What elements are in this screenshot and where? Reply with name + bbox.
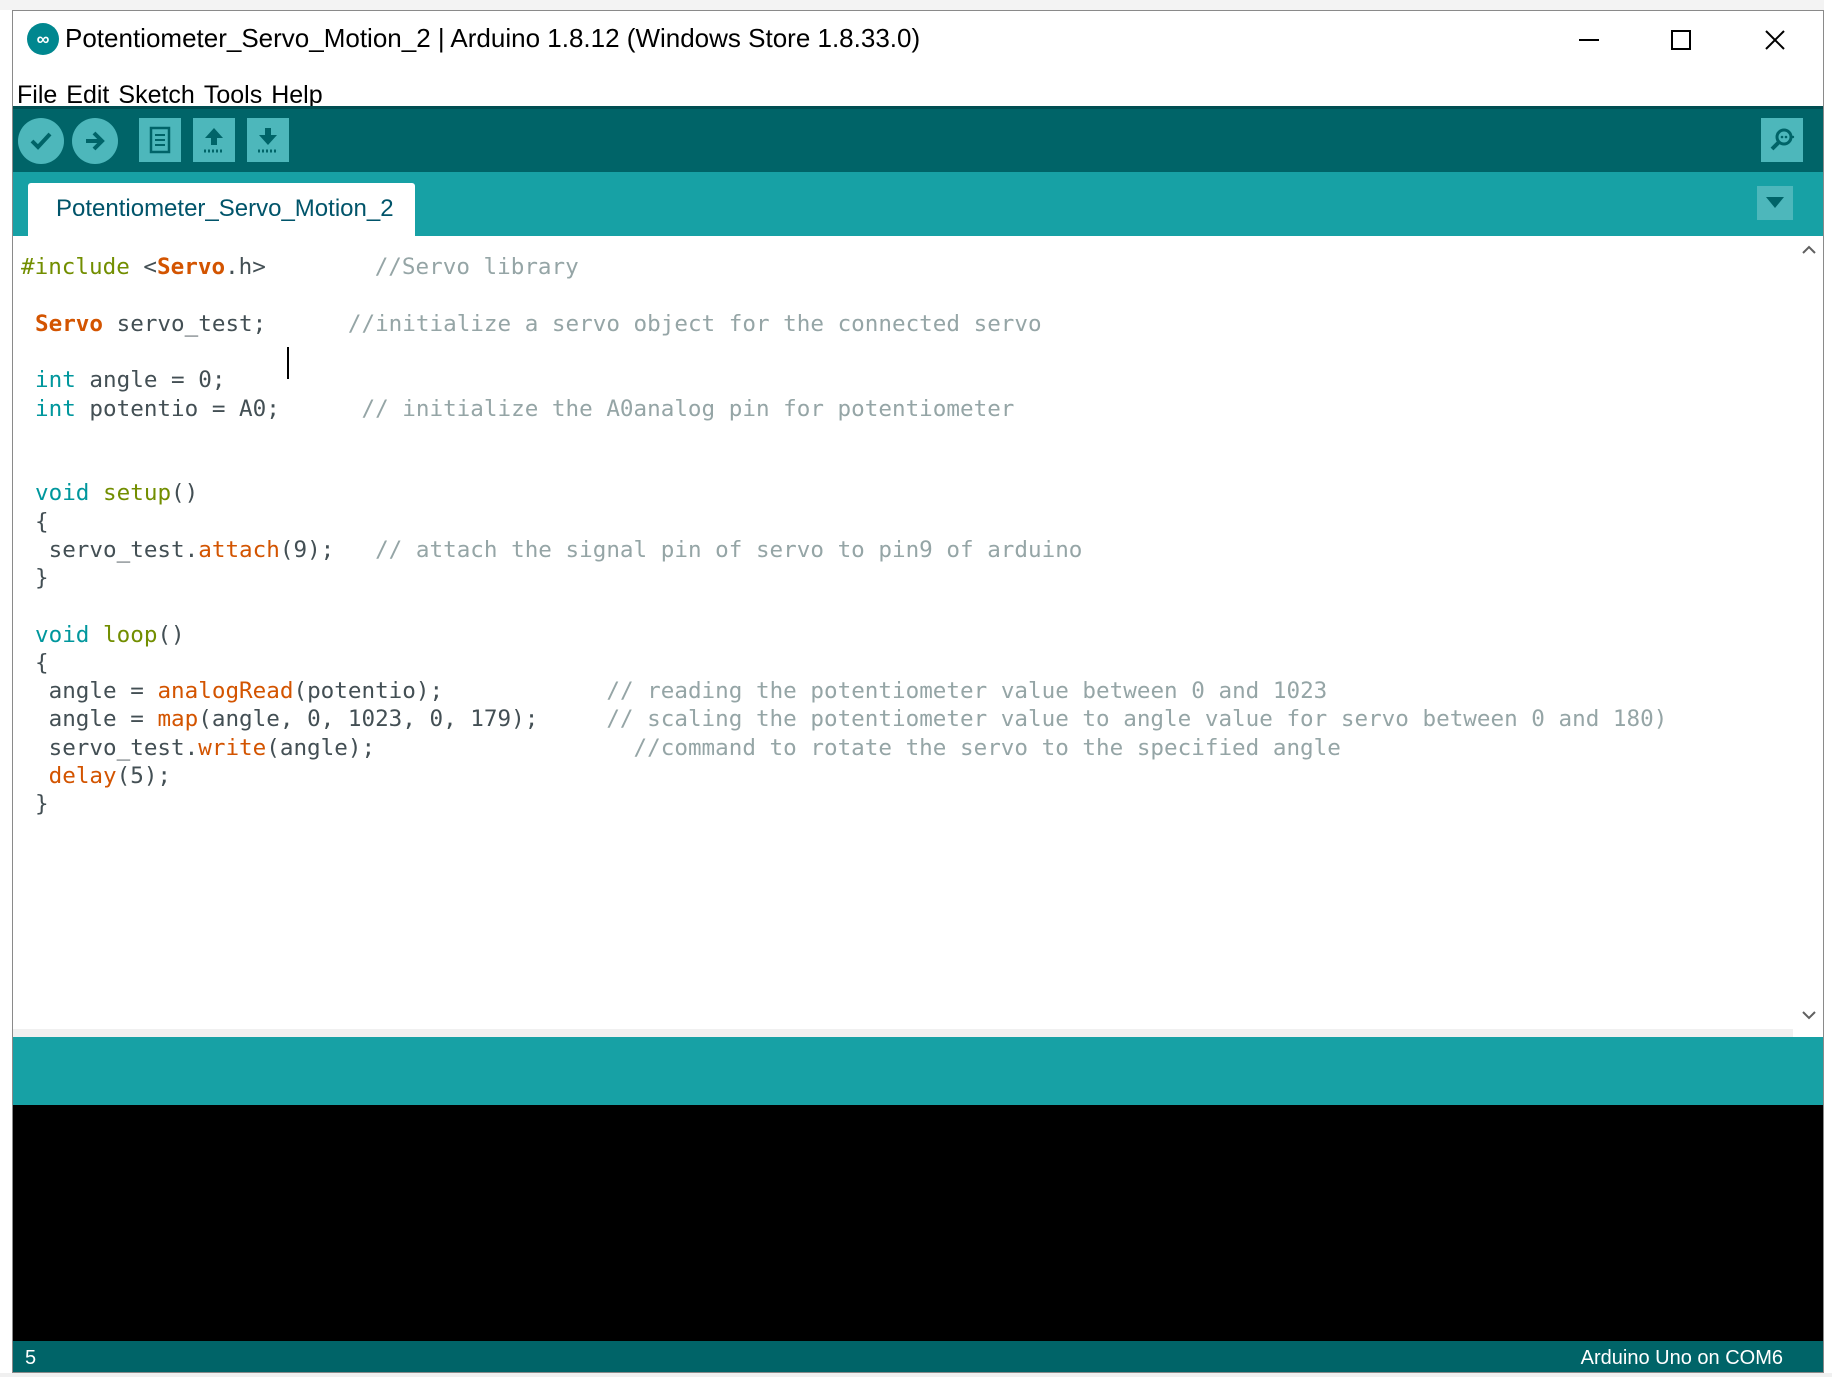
save-sketch-button[interactable] bbox=[247, 118, 289, 162]
maximize-icon bbox=[1671, 30, 1691, 50]
scroll-up-button[interactable] bbox=[1793, 236, 1823, 264]
menu-sketch[interactable]: Sketch bbox=[118, 69, 194, 110]
scroll-down-button[interactable] bbox=[1793, 1001, 1823, 1029]
tab-bar: Potentiometer_Servo_Motion_2 bbox=[13, 172, 1823, 236]
serial-monitor-icon bbox=[1770, 128, 1795, 151]
minimize-button[interactable] bbox=[1543, 11, 1635, 69]
output-console[interactable] bbox=[13, 1105, 1823, 1341]
upload-button[interactable] bbox=[72, 118, 118, 164]
close-button[interactable] bbox=[1729, 11, 1821, 69]
tab-menu-button[interactable] bbox=[1757, 186, 1793, 220]
background-window-edge-left bbox=[0, 10, 12, 1377]
upload-arrow-icon bbox=[86, 131, 105, 151]
minimize-icon bbox=[1579, 39, 1599, 41]
chevron-down-small-icon bbox=[1802, 1011, 1816, 1020]
title-bar[interactable]: ∞ Potentiometer_Servo_Motion_2 | Arduino… bbox=[13, 11, 1823, 69]
code-line: delay(5); bbox=[48, 763, 172, 789]
menu-tools[interactable]: Tools bbox=[204, 69, 262, 110]
menu-help[interactable]: Help bbox=[271, 69, 322, 110]
close-icon bbox=[1765, 30, 1785, 50]
code-line: } bbox=[35, 565, 49, 591]
menu-file[interactable]: File bbox=[17, 69, 57, 110]
verify-icon bbox=[30, 132, 52, 150]
code-line: servo_test.write(angle); //command to ro… bbox=[35, 735, 1341, 761]
code-line: #include <Servo.h> //Servo library bbox=[21, 254, 579, 280]
background-window-edge-bottom bbox=[0, 1373, 1832, 1377]
editor-divider[interactable] bbox=[13, 1029, 1793, 1037]
new-file-icon bbox=[149, 126, 171, 154]
background-window-edge-right bbox=[1824, 0, 1832, 1377]
verify-button[interactable] bbox=[18, 118, 64, 164]
code-editor[interactable]: #include <Servo.h> //Servo library Servo… bbox=[13, 236, 1793, 1029]
arduino-infinity-icon: ∞ bbox=[27, 23, 59, 55]
open-arrow-up-icon bbox=[204, 128, 224, 153]
code-line: Servo servo_test; //initialize a servo o… bbox=[35, 311, 1042, 337]
save-arrow-down-icon bbox=[258, 128, 278, 153]
background-window-strip bbox=[0, 0, 1832, 10]
arduino-ide-window: ∞ Potentiometer_Servo_Motion_2 | Arduino… bbox=[12, 10, 1824, 1373]
toolbar bbox=[13, 106, 1823, 172]
open-sketch-button[interactable] bbox=[193, 118, 235, 162]
maximize-button[interactable] bbox=[1635, 11, 1727, 69]
code-line: void setup() bbox=[35, 480, 199, 506]
chevron-up-icon bbox=[1802, 245, 1816, 254]
message-area bbox=[13, 1037, 1823, 1105]
code-line: void loop() bbox=[35, 622, 185, 648]
line-number: 5 bbox=[25, 1347, 37, 1369]
new-sketch-button[interactable] bbox=[139, 118, 181, 162]
status-bar: 5 Arduino Uno on COM6 bbox=[13, 1341, 1823, 1372]
board-port-status: Arduino Uno on COM6 bbox=[1580, 1347, 1783, 1369]
menu-edit[interactable]: Edit bbox=[66, 69, 109, 110]
chevron-down-icon bbox=[1766, 197, 1784, 208]
tab-sketch[interactable]: Potentiometer_Servo_Motion_2 bbox=[28, 183, 415, 236]
editor-vertical-scrollbar[interactable] bbox=[1793, 236, 1823, 1029]
code-line: servo_test.attach(9); // attach the sign… bbox=[35, 537, 1083, 563]
text-cursor bbox=[287, 347, 289, 379]
code-line: int potentio = A0; // initialize the A0a… bbox=[35, 396, 1015, 422]
serial-monitor-button[interactable] bbox=[1761, 118, 1803, 162]
code-line: } bbox=[35, 791, 49, 817]
window-title: Potentiometer_Servo_Motion_2 | Arduino 1… bbox=[65, 23, 921, 53]
